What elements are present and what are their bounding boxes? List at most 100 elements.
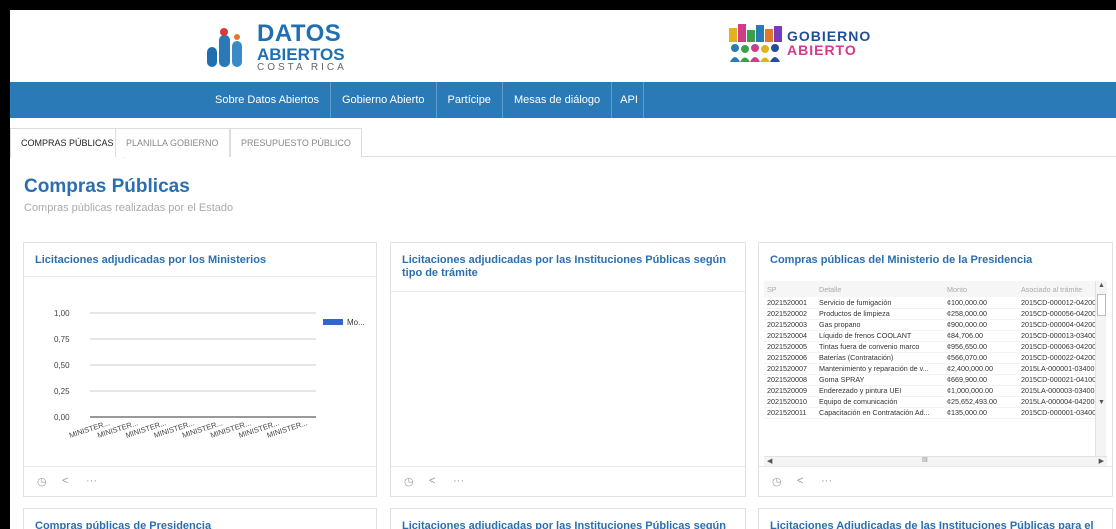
table-vertical-scrollbar[interactable]: ▲ ▼ [1095, 281, 1106, 456]
more-icon[interactable]: ··· [86, 475, 97, 487]
table-cell: 2021520005 [764, 341, 816, 353]
card-footer: ◷ < ··· [759, 466, 1112, 496]
tab-compras-publicas[interactable]: COMPRAS PÚBLICAS [10, 128, 125, 158]
datos-abiertos-logo-icon [207, 27, 242, 67]
y-tick-label: 0,50 [54, 361, 70, 370]
table-cell: 2015LA-000003-03400 [1018, 385, 1107, 397]
tab-presupuesto-publico[interactable]: PRESUPUESTO PÚBLICO [230, 128, 362, 157]
gobierno-abierto-wordmark: GOBIERNO ABIERTO [787, 29, 871, 57]
tab-planilla-gobierno[interactable]: PLANILLA GOBIERNO [115, 128, 230, 157]
table-cell: ¢2,400,000.00 [944, 363, 1018, 375]
y-tick-label: 0,75 [54, 335, 70, 344]
nav-item-mesas-de-dialogo[interactable]: Mesas de diálogo [503, 82, 613, 118]
table-cell: 2021520010 [764, 396, 816, 408]
table-cell: ¢25,652,493.00 [944, 396, 1018, 408]
table-cell: Mantenimiento y reparación de v... [816, 363, 944, 375]
header: DATOS ABIERTOS COSTA RICA GOBIERNO ABIER… [10, 10, 1116, 82]
gobierno-abierto-logo[interactable]: GOBIERNO ABIERTO [727, 22, 871, 64]
table-row[interactable]: 2021520005 Tintas fuera de convenio marco… [764, 341, 1107, 353]
card-title[interactable]: Compras públicas del Ministerio de la Pr… [770, 254, 1101, 267]
table-row[interactable]: 2021520001 Servicio de fumigación ¢100,000… [764, 297, 1107, 309]
table-cell: Tintas fuera de convenio marco [816, 341, 944, 353]
table-cell: 2015CD-000004-04200 [1018, 319, 1107, 331]
scroll-down-icon[interactable]: ▼ [1098, 399, 1105, 406]
table-cell: ¢566,070.00 [944, 352, 1018, 364]
table-cell: 2015CD-000001-03400 [1018, 407, 1107, 419]
table-row[interactable]: 2021520008 Goma SPRAY ¢669,900.00 2015CD-00… [764, 374, 1107, 386]
table-row[interactable]: 2021520004 Líquido de frenos COOLANT ¢84,7… [764, 330, 1107, 342]
table-cell: ¢100,000.00 [944, 297, 1018, 309]
compras-table: SP Detalle Monto Asociado al trámite 202152… [764, 281, 1107, 419]
table-cell: 2021520006 [764, 352, 816, 364]
more-icon[interactable]: ··· [821, 475, 832, 487]
scroll-left-icon[interactable]: ◀ [767, 457, 772, 465]
nav-item-api[interactable]: API [612, 82, 645, 118]
share-icon[interactable]: < [797, 475, 803, 487]
nav-item-sobre-datos-abiertos[interactable]: Sobre Datos Abiertos [204, 82, 331, 118]
scroll-thumb[interactable] [1097, 294, 1106, 316]
datos-abiertos-logo[interactable]: DATOS ABIERTOS COSTA RICA [205, 22, 347, 73]
card-title[interactable]: Compras públicas de Presidencia [35, 520, 365, 529]
card-footer: ◷ < ··· [391, 466, 745, 496]
table-row[interactable]: 2021520003 Gas propano ¢900,000.00 2015CD-0… [764, 319, 1107, 331]
page: DATOS ABIERTOS COSTA RICA GOBIERNO ABIER… [10, 10, 1116, 529]
table-cell: 2015LA-000004-04200 [1018, 396, 1107, 408]
table-cell: 2015CD-000063-04200 [1018, 341, 1107, 353]
card-licitaciones-tipo-tramite: Licitaciones adjudicadas por las Institu… [390, 242, 746, 497]
card-title[interactable]: Licitaciones adjudicadas por las Institu… [402, 254, 734, 280]
main-navbar: Sobre Datos Abiertos Gobierno Abierto Pa… [10, 82, 1116, 118]
table-header-3[interactable]: Asociado al trámite [1018, 281, 1107, 297]
card-divider [391, 291, 745, 292]
card-licitaciones-ministerios: Licitaciones adjudicadas por los Ministe… [23, 242, 377, 497]
card-licitaciones-segun-ano: Licitaciones adjudicadas por las Institu… [390, 508, 746, 529]
y-tick-label: 0,00 [54, 413, 70, 422]
table-cell: 2021520008 [764, 374, 816, 386]
share-icon[interactable]: < [62, 475, 68, 487]
table-row[interactable]: 2021520011 Capacitación en Contratación A… [764, 407, 1107, 419]
nav-item-gobierno-abierto[interactable]: Gobierno Abierto [331, 82, 437, 118]
clock-icon[interactable]: ◷ [772, 475, 782, 488]
more-icon[interactable]: ··· [453, 475, 464, 487]
y-tick-label: 0,25 [54, 387, 70, 396]
table-cell: 2021520002 [764, 308, 816, 320]
logo-line2: ABIERTOS [257, 45, 345, 64]
page-title: Compras Públicas [24, 176, 190, 197]
table-cell: 2015LA-000001-03400 [1018, 363, 1107, 375]
table-row[interactable]: 2021520002 Productos de limpieza ¢258,000.… [764, 308, 1107, 320]
share-icon[interactable]: < [429, 475, 435, 487]
compras-table-viewport: SP Detalle Monto Asociado al trámite 202152… [764, 281, 1116, 456]
table-cell: 2015CD-000013-03400 [1018, 330, 1107, 342]
table-header-1[interactable]: Detalle [816, 281, 944, 297]
table-row[interactable]: 2021520007 Mantenimiento y reparación de … [764, 363, 1107, 375]
scroll-right-icon[interactable]: ▶ [1099, 457, 1104, 465]
logo-line1: DATOS [257, 20, 342, 47]
table-header-0[interactable]: SP [764, 281, 816, 297]
table-cell: 2015CD-000022-04200 [1018, 352, 1107, 364]
table-row[interactable]: 2021520009 Enderezado y pintura UEI ¢1,000… [764, 385, 1107, 397]
table-cell: 2021520011 [764, 407, 816, 419]
page-subtitle: Compras públicas realizadas por el Estad… [24, 202, 234, 214]
nav-menu: Sobre Datos Abiertos Gobierno Abierto Pa… [204, 82, 645, 118]
clock-icon[interactable]: ◷ [404, 475, 414, 488]
scroll-thumb-grip[interactable]: III [922, 457, 928, 464]
card-footer: ◷ < ··· [24, 466, 376, 496]
table-header-row: SP Detalle Monto Asociado al trámite [764, 281, 1107, 297]
card-licitaciones-2014-2015: Licitaciones Adjudicadas de las Instituc… [758, 508, 1113, 529]
table-row[interactable]: 2021520006 Baterías (Contratación) ¢566,07… [764, 352, 1107, 364]
scroll-up-icon[interactable]: ▲ [1098, 282, 1105, 289]
table-row[interactable]: 2021520010 Equipo de comunicación ¢25,652,… [764, 396, 1107, 408]
table-cell: Líquido de frenos COOLANT [816, 330, 944, 342]
table-cell: ¢900,000.00 [944, 319, 1018, 331]
table-cell: 2021520007 [764, 363, 816, 375]
card-title[interactable]: Licitaciones Adjudicadas de las Instituc… [770, 520, 1101, 529]
table-cell: 2021520009 [764, 385, 816, 397]
table-header-2[interactable]: Monto [944, 281, 1018, 297]
table-cell: ¢258,000.00 [944, 308, 1018, 320]
card-title[interactable]: Licitaciones adjudicadas por los Ministe… [35, 254, 365, 267]
nav-item-participe[interactable]: Partícipe [437, 82, 503, 118]
card-title[interactable]: Licitaciones adjudicadas por las Institu… [402, 520, 734, 529]
table-cell: Enderezado y pintura UEI [816, 385, 944, 397]
ministerios-bar-chart: 1,000,750,500,250,00MINISTER...MINISTER.… [54, 309, 365, 440]
card-compras-ministerio-presidencia: Compras públicas del Ministerio de la Pr… [758, 242, 1113, 497]
clock-icon[interactable]: ◷ [37, 475, 47, 488]
